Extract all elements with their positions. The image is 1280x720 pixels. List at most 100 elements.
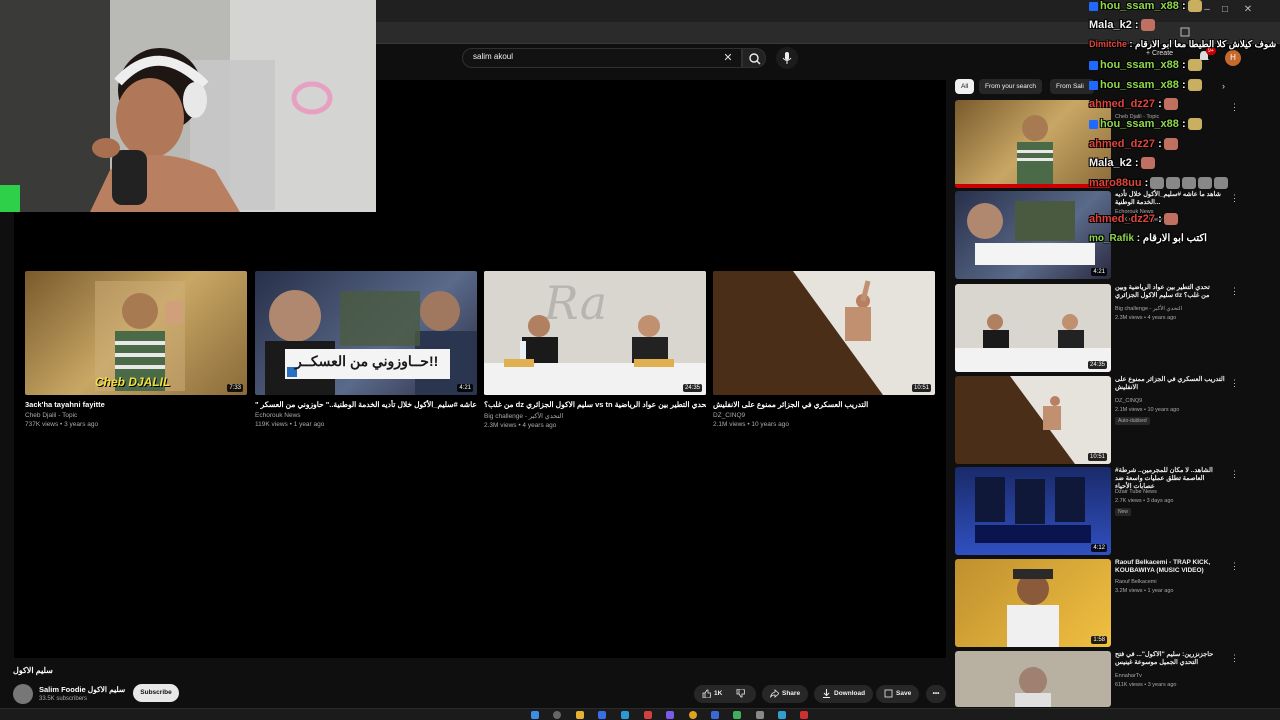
sidebar-thumbnail[interactable]: 1:58	[955, 559, 1111, 647]
subscribe-button[interactable]: Subscribe	[133, 684, 179, 702]
account-avatar[interactable]: H	[1225, 50, 1241, 66]
sidebar-channel[interactable]: Raouf Belkacemi	[1115, 579, 1157, 585]
chat-message: hou_ssam_x88 :	[1089, 59, 1202, 72]
chat-message: hou_ssam_x88 :	[1089, 118, 1202, 131]
more-vert-icon[interactable]: ⋮	[1230, 561, 1239, 572]
end-card-thumbnail[interactable]: 10:51	[713, 271, 935, 395]
download-button[interactable]: Download	[814, 685, 874, 703]
sidebar-channel[interactable]: EnnaharTv	[1115, 673, 1142, 679]
like-dislike-button[interactable]: 1K	[694, 685, 756, 703]
sidebar-video[interactable]: 24:35 تحدي التطير بين عواد الرياضية وبين…	[955, 284, 1255, 372]
end-card-thumbnail[interactable]: حــاوزوني من العسكــر!! 4:21	[255, 271, 477, 395]
os-taskbar	[0, 708, 1280, 720]
extensions-icon[interactable]	[1180, 27, 1190, 37]
app-icon[interactable]	[733, 711, 741, 719]
more-actions-button[interactable]: •••	[926, 685, 946, 703]
sidebar-thumbnail[interactable]	[955, 100, 1111, 188]
end-card-title[interactable]: التدريب العسكري في الجزائر ممنوع على الا…	[713, 400, 935, 409]
search-button[interactable]	[742, 48, 766, 68]
sidebar-title[interactable]: حاجزنزرين: سليم "الأكول"... في فتح التحد…	[1115, 651, 1225, 667]
settings-icon[interactable]	[756, 711, 764, 719]
create-button[interactable]: + Create	[1146, 50, 1173, 57]
end-card-channel[interactable]: Cheb Djalil - Topic	[25, 412, 247, 419]
thumbs-down-icon[interactable]	[736, 688, 746, 698]
sidebar-video[interactable]: حاجزنزرين: سليم "الأكول"... في فتح التحد…	[955, 651, 1255, 707]
file-explorer-icon[interactable]	[576, 711, 584, 719]
end-card-channel[interactable]: DZ_CINQ9	[713, 412, 935, 419]
sidebar-title[interactable]: Raouf Belkacemi - TRAP KICK, KOUBAWIYA (…	[1115, 559, 1225, 575]
more-vert-icon[interactable]: ⋮	[1230, 286, 1239, 297]
end-card-meta: 2.1M views • 10 years ago	[713, 421, 789, 428]
chevron-right-icon[interactable]: ›	[1222, 81, 1225, 91]
end-card-title[interactable]: " شاهد ما عاشه #سليم_الأكول خلال تأديه ا…	[255, 400, 477, 409]
end-card-meta: 2.3M views • 4 years ago	[484, 422, 557, 429]
duration-badge: 4:21	[457, 384, 473, 392]
chat-message: mo_Rafik : اكتب ابو الارقام	[1089, 233, 1207, 244]
sidebar-video[interactable]: 10:51 التدريب العسكري في الجزائر ممنوع ع…	[955, 376, 1255, 464]
channel-avatar[interactable]	[13, 684, 33, 704]
end-card[interactable]: Ra 24:35 من غلب؟ dz سليم الاكول الجزائري…	[484, 271, 706, 429]
end-card[interactable]: حــاوزوني من العسكــر!! 4:21 " شاهد ما ع…	[255, 271, 477, 428]
discord-icon[interactable]	[666, 711, 674, 719]
more-vert-icon[interactable]: ⋮	[1230, 102, 1239, 113]
end-card-title[interactable]: 3ack'ha tayahni fayitte	[25, 400, 247, 409]
sidebar-channel[interactable]: DZ_CINQ9	[1115, 398, 1142, 404]
end-card-thumbnail[interactable]: Cheb DJALIL 7:33	[25, 271, 247, 395]
sidebar-channel[interactable]: Big challenge - التحدي الأكبر	[1115, 306, 1182, 312]
new-badge: New	[1115, 508, 1132, 516]
more-vert-icon[interactable]: ⋮	[1230, 378, 1239, 389]
chat-message: ahmed_dz27 :	[1089, 138, 1178, 151]
chip-all[interactable]: All	[955, 79, 975, 94]
end-card[interactable]: Cheb DJALIL 7:33 3ack'ha tayahni fayitte…	[25, 271, 247, 428]
sidebar-thumbnail[interactable]: 4:12	[955, 467, 1111, 555]
save-button[interactable]: Save	[876, 685, 920, 703]
sidebar-thumbnail[interactable]	[955, 651, 1111, 707]
chat-message: ahmed_dz27 :	[1089, 213, 1178, 226]
app-icon[interactable]	[800, 711, 808, 719]
share-button[interactable]: Share	[762, 685, 809, 703]
thumbnail-caption: حــاوزوني من العسكــر!!	[295, 353, 439, 369]
sidebar-thumbnail[interactable]: 4:21	[955, 191, 1111, 279]
chrome-icon[interactable]	[689, 711, 697, 719]
subscriber-badge-icon	[1089, 80, 1098, 90]
chip-from-your-search[interactable]: From your search	[979, 79, 1042, 94]
sidebar-title[interactable]: شاهد ما عاشه #سليم_الأكول خلال تأديه الخ…	[1115, 191, 1225, 207]
like-count: 1K	[714, 690, 723, 697]
end-card-channel[interactable]: Echorouk News	[255, 412, 477, 419]
search-box[interactable]	[462, 48, 742, 68]
sidebar-title[interactable]: #الشاهد.. لا مكان للمجرمين.. شرطة العاصم…	[1115, 467, 1225, 491]
sidebar-video[interactable]: 1:58 Raouf Belkacemi - TRAP KICK, KOUBAW…	[955, 559, 1255, 647]
app-icon[interactable]	[711, 711, 719, 719]
app-icon[interactable]	[598, 711, 606, 719]
app-icon[interactable]	[778, 711, 786, 719]
channel-name[interactable]: Salim Foodie سليم الاكول	[39, 685, 125, 694]
app-icon[interactable]	[644, 711, 652, 719]
sidebar-thumbnail-art	[955, 115, 1111, 188]
voice-search-button[interactable]	[776, 47, 798, 69]
end-card-thumbnail[interactable]: Ra 24:35	[484, 271, 706, 395]
edge-icon[interactable]	[621, 711, 629, 719]
emote-icon	[1187, 0, 1202, 13]
sidebar-thumbnail-art	[967, 201, 1095, 265]
sidebar-title[interactable]: تحدي التطير بين عواد الرياضية وبين سليم …	[1115, 284, 1225, 300]
maximize-button[interactable]: □	[1217, 3, 1233, 17]
clear-search-icon[interactable]: ✕	[721, 51, 735, 64]
end-card-title[interactable]: من غلب؟ dz سليم الاكول الجزائري vs tn تح…	[484, 400, 706, 409]
search-input[interactable]	[473, 52, 713, 61]
more-vert-icon[interactable]: ⋮	[1230, 193, 1239, 204]
end-card-channel[interactable]: Big challenge - التحدي الأكبر	[484, 412, 706, 420]
chip-from-channel[interactable]: From Sali	[1050, 79, 1094, 94]
taskbar-search-icon[interactable]	[553, 711, 561, 719]
end-card[interactable]: 10:51 التدريب العسكري في الجزائر ممنوع ع…	[713, 271, 935, 428]
more-vert-icon[interactable]: ⋮	[1230, 653, 1239, 664]
start-icon[interactable]	[531, 711, 539, 719]
sidebar-title[interactable]: التدريب العسكري في الجزائر ممنوع على الا…	[1115, 376, 1225, 392]
close-window-button[interactable]: ✕	[1240, 3, 1256, 17]
sidebar-thumbnail[interactable]: 24:35	[955, 284, 1111, 372]
sidebar-meta: 611K views • 3 years ago	[1115, 682, 1177, 688]
sidebar-thumbnail[interactable]: 10:51	[955, 376, 1111, 464]
more-vert-icon[interactable]: ⋮	[1230, 469, 1239, 480]
emote-icon	[1163, 213, 1178, 226]
sidebar-video[interactable]: 4:12 #الشاهد.. لا مكان للمجرمين.. شرطة ا…	[955, 467, 1255, 555]
sidebar-channel[interactable]: Dzair Tube News	[1115, 489, 1157, 495]
